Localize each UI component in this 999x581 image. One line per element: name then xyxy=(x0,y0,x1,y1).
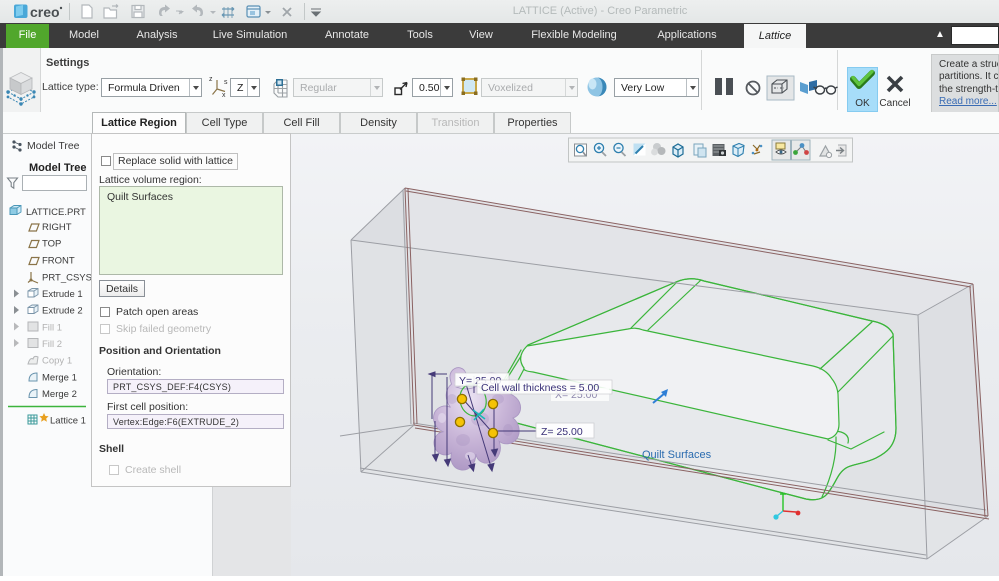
svg-text:RIGHT: RIGHT xyxy=(42,222,72,233)
svg-text:Copy 1: Copy 1 xyxy=(42,356,72,367)
svg-text:x: x xyxy=(222,92,226,99)
svg-text:Quilt Surfaces: Quilt Surfaces xyxy=(642,449,712,461)
svg-text:Z= 25.00: Z= 25.00 xyxy=(541,426,583,438)
svg-text:Model Tree: Model Tree xyxy=(29,162,86,174)
svg-text:LATTICE.PRT: LATTICE.PRT xyxy=(26,207,86,218)
svg-text:Fill 2: Fill 2 xyxy=(42,339,62,350)
svg-text:Merge 2: Merge 2 xyxy=(42,389,77,400)
svg-text:s: s xyxy=(224,79,228,86)
svg-text:Extrude 1: Extrude 1 xyxy=(42,289,83,300)
svg-text:Lattice 1: Lattice 1 xyxy=(50,416,86,427)
svg-text:Model Tree: Model Tree xyxy=(27,140,80,152)
svg-text:TOP: TOP xyxy=(42,239,61,250)
svg-text:Cell wall thickness = 5.00: Cell wall thickness = 5.00 xyxy=(481,382,599,394)
svg-text:Merge 1: Merge 1 xyxy=(42,373,77,384)
svg-text:z: z xyxy=(209,76,213,83)
svg-text:FRONT: FRONT xyxy=(42,256,75,267)
svg-text:creo: creo xyxy=(30,4,60,20)
svg-text:Fill 1: Fill 1 xyxy=(42,323,62,334)
svg-text:Extrude 2: Extrude 2 xyxy=(42,306,83,317)
